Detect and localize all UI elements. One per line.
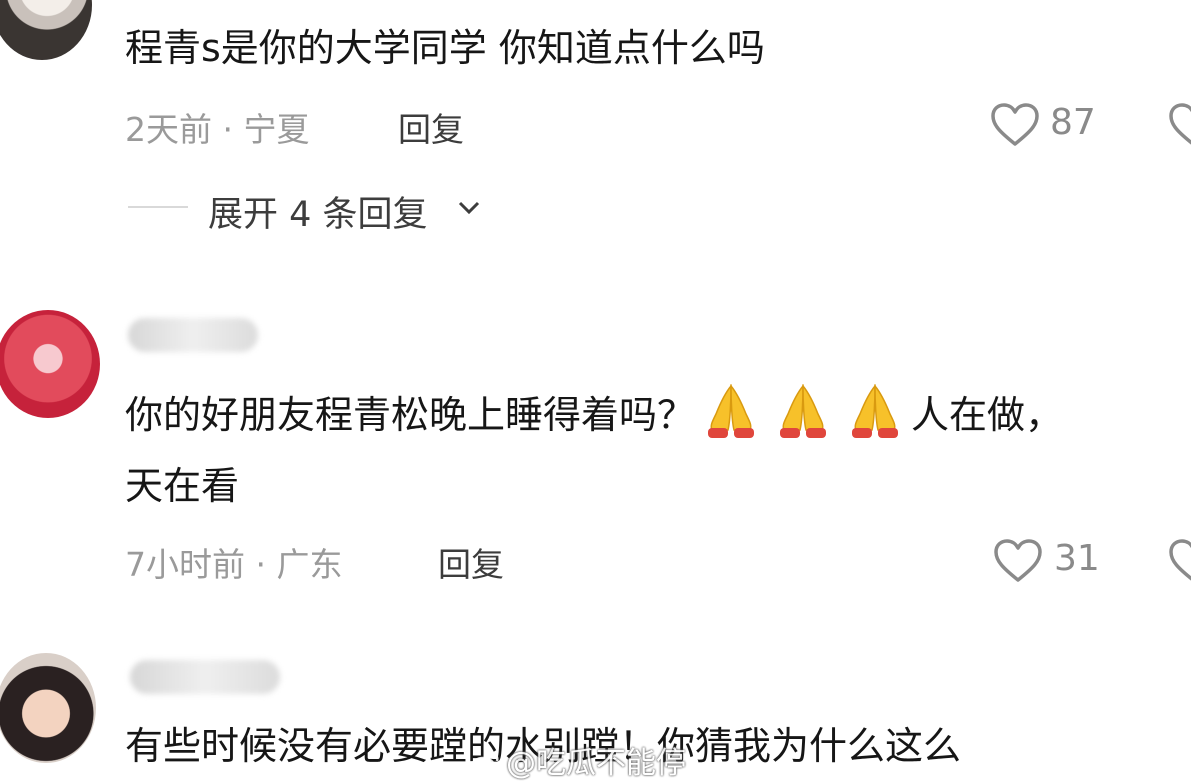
watermark-text: @吃瓜不能停 — [506, 746, 686, 781]
reply-button[interactable]: 回复 — [438, 538, 504, 586]
comment-text-part1: 你的好朋友程青松晚上睡得着吗？ — [125, 393, 696, 437]
comment-meta: 7小时前 · 广东 — [125, 545, 343, 584]
expand-replies-button[interactable]: 展开 4 条回复 — [208, 186, 428, 237]
folded-hands-icon — [780, 383, 827, 438]
weibo-logo-icon — [470, 752, 499, 776]
dislike-icon[interactable] — [1168, 538, 1191, 584]
dislike-icon[interactable] — [1168, 102, 1191, 148]
folded-hands-icon — [852, 383, 899, 438]
comment-text-part2: 人在做， — [911, 393, 1064, 437]
comment-text: 程青s是你的大学同学 你知道点什么吗 — [125, 26, 765, 70]
avatar[interactable] — [0, 0, 92, 60]
comment-text: 你的好朋友程青松晚上睡得着吗？ 人在做， — [125, 382, 1063, 445]
reply-button[interactable]: 回复 — [398, 103, 464, 151]
divider — [128, 206, 188, 208]
comment-text-line2: 天在看 — [125, 464, 240, 508]
avatar[interactable] — [0, 653, 96, 763]
watermark: @吃瓜不能停 — [470, 738, 686, 782]
like-count: 87 — [1050, 102, 1096, 143]
username-blurred[interactable] — [128, 318, 258, 352]
like-count: 31 — [1054, 538, 1100, 579]
chevron-down-icon — [458, 201, 480, 215]
heart-icon[interactable] — [990, 102, 1040, 148]
comment-meta: 2天前 · 宁夏 — [125, 110, 310, 149]
folded-hands-icon — [708, 383, 755, 438]
avatar[interactable] — [0, 310, 100, 418]
username-blurred[interactable] — [130, 660, 280, 694]
heart-icon[interactable] — [993, 538, 1043, 584]
